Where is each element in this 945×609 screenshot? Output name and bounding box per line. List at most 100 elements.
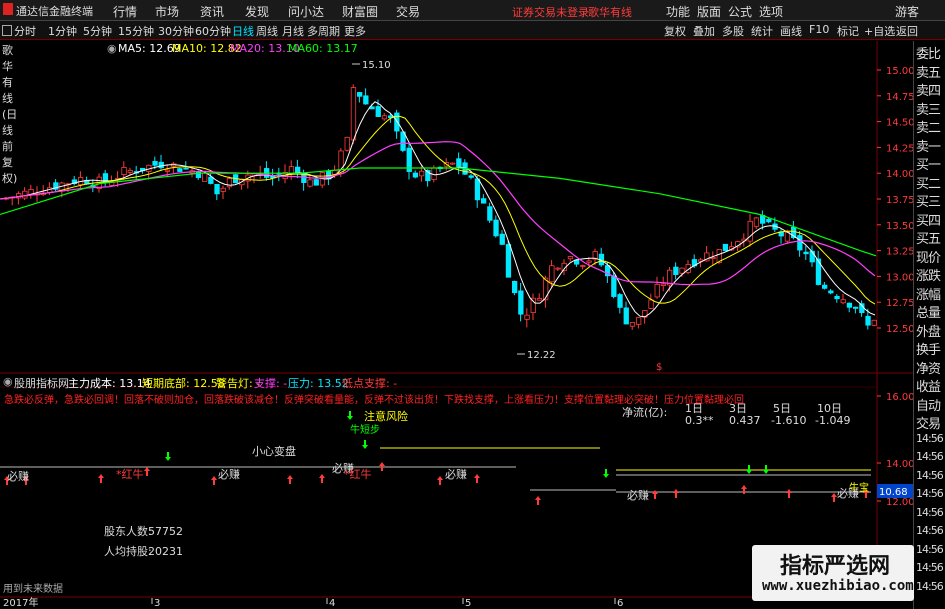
watermark-url: www.xuezhibiao.com: [762, 578, 914, 594]
down-arrow-icon: [165, 452, 171, 461]
candle-body: [158, 161, 164, 169]
pressure-value: 压力: 13.52: [288, 377, 349, 390]
ma20-line: [0, 141, 876, 286]
side-panel-item[interactable]: 14:56: [916, 450, 944, 463]
low-support-value: 低点支撑: -: [342, 377, 398, 390]
red-bull-label-1: *红牛: [116, 467, 144, 481]
candle-body: [660, 283, 667, 286]
side-panel-item[interactable]: 14:56: [916, 580, 944, 593]
side-panel-item[interactable]: 卖二: [916, 117, 941, 136]
indicator-name[interactable]: 股朋指标网: [14, 375, 69, 391]
candle-body: [468, 175, 474, 178]
side-panel-item[interactable]: 卖五: [916, 62, 941, 81]
side-panel-item[interactable]: 14:56: [916, 469, 944, 482]
candle-body: [629, 322, 636, 327]
price-tick-label: 13.00: [886, 272, 913, 283]
candle-body: [418, 170, 425, 177]
avg-holding-label: 人均持股:: [104, 544, 152, 558]
side-panel-item[interactable]: 买三: [916, 191, 941, 210]
candle-body: [369, 106, 375, 110]
side-panel-item[interactable]: 收益: [916, 376, 941, 395]
main-cost-value: 主力成本: 13.14: [68, 377, 151, 390]
side-panel-item[interactable]: 委比: [916, 43, 941, 62]
up-arrow-icon: [98, 474, 104, 483]
candle-body: [375, 106, 381, 117]
candle-body: [449, 162, 456, 165]
side-panel-item[interactable]: 自动: [916, 395, 941, 414]
net-flow-value-1d: 0.3**: [685, 414, 714, 427]
candle-body: [220, 187, 226, 192]
candle-body: [536, 298, 543, 301]
side-panel-item[interactable]: 交易: [916, 413, 941, 432]
side-panel-item[interactable]: 14:56: [916, 561, 944, 574]
price-tick-label: 13.75: [886, 195, 913, 206]
side-panel-item[interactable]: 卖四: [916, 80, 941, 99]
candle-body: [350, 87, 357, 141]
side-panel-item[interactable]: 14:56: [916, 543, 944, 556]
side-panel-item[interactable]: 涨幅: [916, 284, 941, 303]
side-panel-item[interactable]: 买四: [916, 210, 941, 229]
quote-side-panel: 委比 卖五 卖四 卖三 卖二 卖一 买一 买二 买三 买四 买五 现价 涨跌 涨幅 总量 外盘 换手 净资 收益 自动…: [913, 41, 945, 609]
dividend-marker: $: [656, 362, 662, 373]
candle-body: [828, 290, 834, 294]
must-earn-label-5: 必赚: [627, 488, 649, 502]
indicator-settings-icon[interactable]: ◉: [3, 375, 13, 388]
candle-body: [753, 217, 760, 227]
side-panel-item[interactable]: 买一: [916, 154, 941, 173]
side-panel-item[interactable]: 现价: [916, 247, 941, 266]
candle-body: [611, 275, 617, 297]
up-arrow-icon: [211, 476, 217, 485]
candle-body: [518, 290, 524, 315]
watermark-logo: 指标严选网 www.xuezhibiao.com: [752, 545, 914, 601]
side-panel-item[interactable]: 外盘: [916, 321, 941, 340]
side-panel-item[interactable]: 14:56: [916, 524, 944, 537]
candle-body: [648, 299, 654, 309]
candle-body: [555, 267, 561, 270]
side-panel-item[interactable]: 涨跌: [916, 265, 941, 284]
candle-body: [636, 317, 642, 325]
candle-body: [499, 233, 505, 245]
candle-body: [586, 260, 592, 263]
price-tick-label: 13.50: [886, 221, 913, 232]
niu-bao-label: 牛宝: [849, 481, 869, 494]
candle-body: [865, 315, 871, 326]
side-panel-item[interactable]: 14:56: [916, 432, 944, 445]
up-arrow-icon: [144, 467, 150, 476]
candle-body: [363, 95, 369, 105]
candle-body: [822, 284, 828, 289]
candle-body: [22, 190, 28, 199]
price-axis: 15.00 14.75 14.50 14.25 14.00 13.75 13.50 13.25…: [877, 66, 913, 335]
price-tick-label: 14.25: [886, 143, 913, 154]
candle-body: [722, 243, 729, 252]
candle-body: [344, 136, 350, 151]
side-panel-item[interactable]: 总量: [916, 302, 941, 321]
shareholder-count-label: 股东人数:: [104, 525, 152, 538]
net-flow-value-5d: -1.610: [771, 414, 806, 427]
side-panel-item[interactable]: 卖三: [916, 99, 941, 118]
ma-lines: [0, 101, 877, 318]
side-panel-item[interactable]: 卖一: [916, 136, 941, 155]
low-price-label: 12.22: [527, 350, 556, 361]
side-panel-item[interactable]: 14:56: [916, 487, 944, 500]
kline-chart[interactable]: 15.00 14.75 14.50 14.25 14.00 13.75 13.50 13.25…: [0, 0, 913, 609]
candle-body: [803, 251, 809, 255]
side-panel-item[interactable]: 买二: [916, 173, 941, 192]
candle-body: [121, 167, 127, 175]
candle-body: [214, 183, 220, 195]
must-earn-label-1: 必赚: [7, 469, 29, 483]
up-arrow-icon: [786, 489, 792, 498]
candle-body: [797, 235, 803, 251]
up-arrow-icon: [741, 485, 747, 494]
ma60-line: [0, 167, 877, 257]
candle-body: [549, 265, 555, 283]
side-panel-item[interactable]: 净资: [916, 358, 941, 377]
side-panel-item[interactable]: 买五: [916, 228, 941, 247]
candle-body: [654, 283, 660, 298]
price-tick-label: 14.00: [886, 169, 913, 180]
side-panel-item[interactable]: 14:56: [916, 506, 944, 519]
candle-body: [412, 172, 419, 178]
current-value: 10.68: [879, 487, 908, 498]
side-panel-item[interactable]: 换手: [916, 339, 941, 358]
candle-body: [840, 299, 846, 304]
candle-body: [871, 319, 877, 326]
